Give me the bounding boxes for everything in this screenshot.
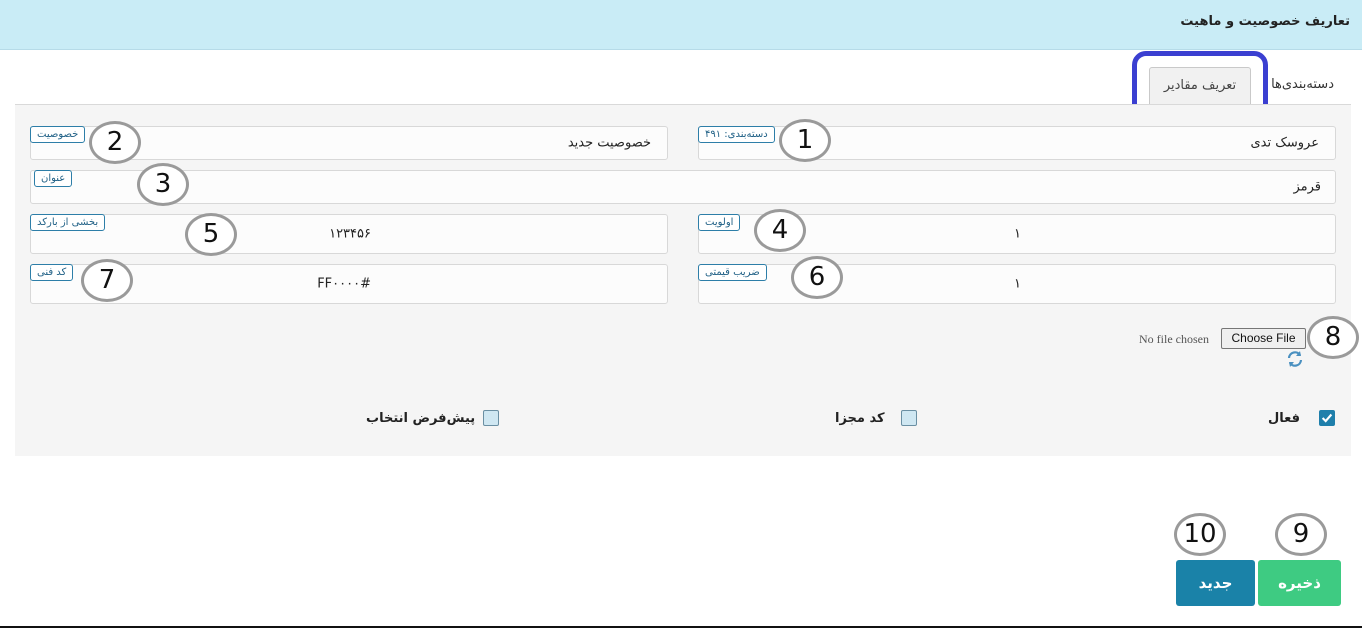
separate-code-checkbox[interactable] [901,410,917,426]
annotation-6: 6 [791,256,843,299]
category-tag: دسته‌بندی: ۴۹۱ [698,126,775,143]
check-icon [1321,413,1333,423]
refresh-icon[interactable] [1285,349,1305,369]
default-select-label: پیش‌فرض انتخاب [366,411,476,426]
priority-value: ۱ [1014,226,1021,242]
annotation-3: 3 [137,163,189,206]
annotation-2: 2 [89,121,141,164]
default-select-checkbox[interactable] [483,410,499,426]
tab-categories[interactable]: دسته‌بندی‌ها [1271,77,1334,92]
annotation-8: 8 [1307,316,1359,359]
annotation-4: 4 [754,209,806,252]
separate-code-label: کد مجزا [835,411,885,426]
barcode-value: ۱۲۳۴۵۶ [329,226,371,242]
active-label: فعال [1268,411,1301,426]
file-status: No file chosen [1139,332,1209,346]
active-checkbox[interactable] [1319,410,1335,426]
price-factor-value: ۱ [1014,276,1021,292]
title-tag: عنوان [34,170,73,187]
save-button[interactable]: ذخیره [1258,560,1341,606]
barcode-field[interactable]: ۱۲۳۴۵۶ [30,214,668,254]
choose-file-button[interactable]: Choose File [1221,328,1306,349]
annotation-10: 10 [1174,513,1226,556]
priority-tag: اولویت [698,214,741,231]
category-value: عروسک تدی [1250,135,1320,151]
title-value: قرمز [1293,179,1321,195]
header-bar: تعاریف خصوصیت و ماهیت [0,0,1362,50]
title-field[interactable]: قرمز [30,170,1336,204]
page-title: تعاریف خصوصیت و ماهیت [1180,14,1350,29]
property-value: خصوصیت جدید [567,135,651,151]
tech-code-tag: کد فنی [30,264,74,281]
annotation-7: 7 [81,259,133,302]
property-tag: خصوصیت [30,126,86,143]
barcode-tag: بخشی از بارکد [30,214,106,231]
price-factor-tag: ضریب قیمتی [698,264,767,281]
annotation-5: 5 [185,213,237,256]
annotation-9: 9 [1275,513,1327,556]
annotation-1: 1 [779,119,831,162]
tech-code-value: #FF۰۰۰۰ [317,276,371,292]
new-button[interactable]: جدید [1176,560,1255,606]
